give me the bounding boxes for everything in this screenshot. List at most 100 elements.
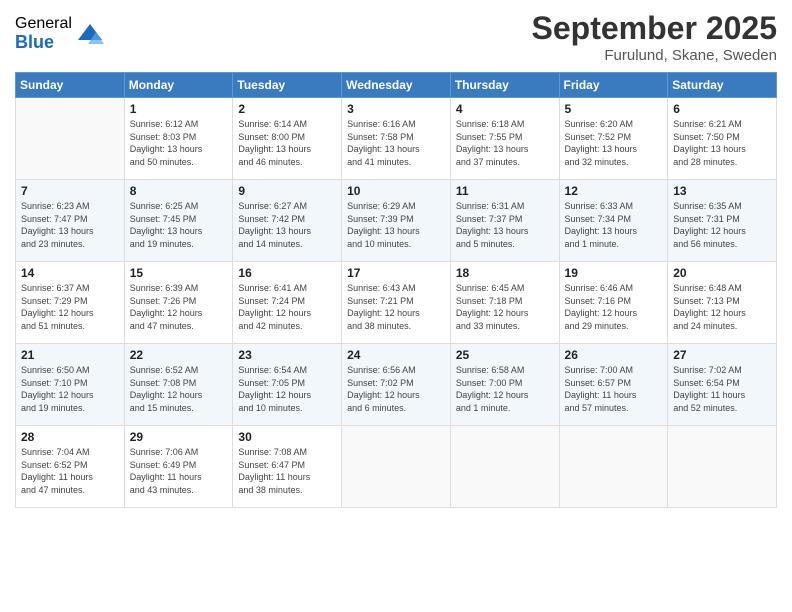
- table-row: [342, 426, 451, 508]
- table-row: 18Sunrise: 6:45 AM Sunset: 7:18 PM Dayli…: [450, 262, 559, 344]
- calendar-row: 21 Sunrise: 6:50 AM Sunset: 7:10 PM Dayli…: [16, 344, 777, 426]
- day-info: Sunrise: 6:52 AM Sunset: 7:08 PM Dayligh…: [130, 364, 228, 414]
- day-number: 8: [130, 184, 228, 198]
- day-info: Sunrise: 6:50 AM Sunset: 7:10 PM Dayligh…: [21, 364, 119, 414]
- day-info: Sunrise: 6:43 AM Sunset: 7:21 PM Dayligh…: [347, 282, 445, 332]
- day-number: 23: [238, 348, 336, 362]
- calendar-row: 7 Sunrise: 6:23 AM Sunset: 7:47 PM Daylig…: [16, 180, 777, 262]
- header: General Blue September 2025 Furulund, Sk…: [15, 10, 777, 64]
- table-row: [559, 426, 668, 508]
- table-row: 11Sunrise: 6:31 AM Sunset: 7:37 PM Dayli…: [450, 180, 559, 262]
- col-monday: Monday: [124, 73, 233, 98]
- day-info: Sunrise: 7:08 AM Sunset: 6:47 PM Dayligh…: [238, 446, 336, 496]
- day-number: 28: [21, 430, 119, 444]
- day-info: Sunrise: 6:12 AM Sunset: 8:03 PM Dayligh…: [130, 118, 228, 168]
- table-row: 12Sunrise: 6:33 AM Sunset: 7:34 PM Dayli…: [559, 180, 668, 262]
- table-row: 1 Sunrise: 6:12 AM Sunset: 8:03 PM Daylig…: [124, 98, 233, 180]
- day-number: 16: [238, 266, 336, 280]
- day-info: Sunrise: 6:35 AM Sunset: 7:31 PM Dayligh…: [673, 200, 771, 250]
- table-row: 15Sunrise: 6:39 AM Sunset: 7:26 PM Dayli…: [124, 262, 233, 344]
- table-row: 2 Sunrise: 6:14 AM Sunset: 8:00 PM Daylig…: [233, 98, 342, 180]
- title-block: September 2025 Furulund, Skane, Sweden: [532, 10, 777, 64]
- location: Furulund, Skane, Sweden: [532, 47, 777, 64]
- day-number: 20: [673, 266, 771, 280]
- day-info: Sunrise: 6:46 AM Sunset: 7:16 PM Dayligh…: [565, 282, 663, 332]
- month-title: September 2025: [532, 10, 777, 47]
- day-number: 4: [456, 102, 554, 116]
- table-row: 26Sunrise: 7:00 AM Sunset: 6:57 PM Dayli…: [559, 344, 668, 426]
- day-number: 13: [673, 184, 771, 198]
- day-number: 11: [456, 184, 554, 198]
- logo-blue: Blue: [15, 33, 72, 53]
- day-info: Sunrise: 6:37 AM Sunset: 7:29 PM Dayligh…: [21, 282, 119, 332]
- logo: General Blue: [15, 15, 104, 52]
- calendar-row: 1 Sunrise: 6:12 AM Sunset: 8:03 PM Daylig…: [16, 98, 777, 180]
- day-number: 18: [456, 266, 554, 280]
- day-info: Sunrise: 6:20 AM Sunset: 7:52 PM Dayligh…: [565, 118, 663, 168]
- logo-general: General: [15, 15, 72, 33]
- table-row: [668, 426, 777, 508]
- day-info: Sunrise: 6:29 AM Sunset: 7:39 PM Dayligh…: [347, 200, 445, 250]
- day-info: Sunrise: 6:48 AM Sunset: 7:13 PM Dayligh…: [673, 282, 771, 332]
- day-info: Sunrise: 6:27 AM Sunset: 7:42 PM Dayligh…: [238, 200, 336, 250]
- day-number: 3: [347, 102, 445, 116]
- table-row: 5 Sunrise: 6:20 AM Sunset: 7:52 PM Daylig…: [559, 98, 668, 180]
- table-row: [16, 98, 125, 180]
- day-number: 25: [456, 348, 554, 362]
- table-row: 9Sunrise: 6:27 AM Sunset: 7:42 PM Daylig…: [233, 180, 342, 262]
- table-row: 4 Sunrise: 6:18 AM Sunset: 7:55 PM Daylig…: [450, 98, 559, 180]
- day-number: 17: [347, 266, 445, 280]
- table-row: 27 Sunrise: 7:02 AM Sunset: 6:54 PM Dayli…: [668, 344, 777, 426]
- day-number: 24: [347, 348, 445, 362]
- table-row: 3 Sunrise: 6:16 AM Sunset: 7:58 PM Daylig…: [342, 98, 451, 180]
- day-number: 22: [130, 348, 228, 362]
- day-number: 12: [565, 184, 663, 198]
- table-row: 17 Sunrise: 6:43 AM Sunset: 7:21 PM Dayli…: [342, 262, 451, 344]
- day-info: Sunrise: 6:41 AM Sunset: 7:24 PM Dayligh…: [238, 282, 336, 332]
- day-info: Sunrise: 7:04 AM Sunset: 6:52 PM Dayligh…: [21, 446, 119, 496]
- day-info: Sunrise: 6:16 AM Sunset: 7:58 PM Dayligh…: [347, 118, 445, 168]
- table-row: 28 Sunrise: 7:04 AM Sunset: 6:52 PM Dayli…: [16, 426, 125, 508]
- table-row: 10Sunrise: 6:29 AM Sunset: 7:39 PM Dayli…: [342, 180, 451, 262]
- day-info: Sunrise: 6:54 AM Sunset: 7:05 PM Dayligh…: [238, 364, 336, 414]
- col-sunday: Sunday: [16, 73, 125, 98]
- calendar-row: 14 Sunrise: 6:37 AM Sunset: 7:29 PM Dayli…: [16, 262, 777, 344]
- col-thursday: Thursday: [450, 73, 559, 98]
- day-number: 7: [21, 184, 119, 198]
- col-tuesday: Tuesday: [233, 73, 342, 98]
- day-info: Sunrise: 6:23 AM Sunset: 7:47 PM Dayligh…: [21, 200, 119, 250]
- table-row: 7 Sunrise: 6:23 AM Sunset: 7:47 PM Daylig…: [16, 180, 125, 262]
- day-info: Sunrise: 6:25 AM Sunset: 7:45 PM Dayligh…: [130, 200, 228, 250]
- day-number: 19: [565, 266, 663, 280]
- day-info: Sunrise: 7:06 AM Sunset: 6:49 PM Dayligh…: [130, 446, 228, 496]
- day-number: 26: [565, 348, 663, 362]
- table-row: 8 Sunrise: 6:25 AM Sunset: 7:45 PM Daylig…: [124, 180, 233, 262]
- table-row: 13 Sunrise: 6:35 AM Sunset: 7:31 PM Dayli…: [668, 180, 777, 262]
- day-number: 2: [238, 102, 336, 116]
- table-row: [450, 426, 559, 508]
- table-row: 24 Sunrise: 6:56 AM Sunset: 7:02 PM Dayli…: [342, 344, 451, 426]
- table-row: 21 Sunrise: 6:50 AM Sunset: 7:10 PM Dayli…: [16, 344, 125, 426]
- logo-icon: [76, 20, 104, 48]
- table-row: 19 Sunrise: 6:46 AM Sunset: 7:16 PM Dayli…: [559, 262, 668, 344]
- day-number: 6: [673, 102, 771, 116]
- day-info: Sunrise: 6:58 AM Sunset: 7:00 PM Dayligh…: [456, 364, 554, 414]
- table-row: 25 Sunrise: 6:58 AM Sunset: 7:00 PM Dayli…: [450, 344, 559, 426]
- day-number: 27: [673, 348, 771, 362]
- table-row: 30Sunrise: 7:08 AM Sunset: 6:47 PM Dayli…: [233, 426, 342, 508]
- page: General Blue September 2025 Furulund, Sk…: [0, 0, 792, 612]
- table-row: 29Sunrise: 7:06 AM Sunset: 6:49 PM Dayli…: [124, 426, 233, 508]
- day-info: Sunrise: 6:39 AM Sunset: 7:26 PM Dayligh…: [130, 282, 228, 332]
- col-friday: Friday: [559, 73, 668, 98]
- day-number: 14: [21, 266, 119, 280]
- day-info: Sunrise: 7:02 AM Sunset: 6:54 PM Dayligh…: [673, 364, 771, 414]
- day-number: 21: [21, 348, 119, 362]
- table-row: 14 Sunrise: 6:37 AM Sunset: 7:29 PM Dayli…: [16, 262, 125, 344]
- day-info: Sunrise: 6:56 AM Sunset: 7:02 PM Dayligh…: [347, 364, 445, 414]
- day-info: Sunrise: 6:14 AM Sunset: 8:00 PM Dayligh…: [238, 118, 336, 168]
- col-wednesday: Wednesday: [342, 73, 451, 98]
- day-number: 5: [565, 102, 663, 116]
- day-number: 1: [130, 102, 228, 116]
- table-row: 6Sunrise: 6:21 AM Sunset: 7:50 PM Daylig…: [668, 98, 777, 180]
- day-info: Sunrise: 6:18 AM Sunset: 7:55 PM Dayligh…: [456, 118, 554, 168]
